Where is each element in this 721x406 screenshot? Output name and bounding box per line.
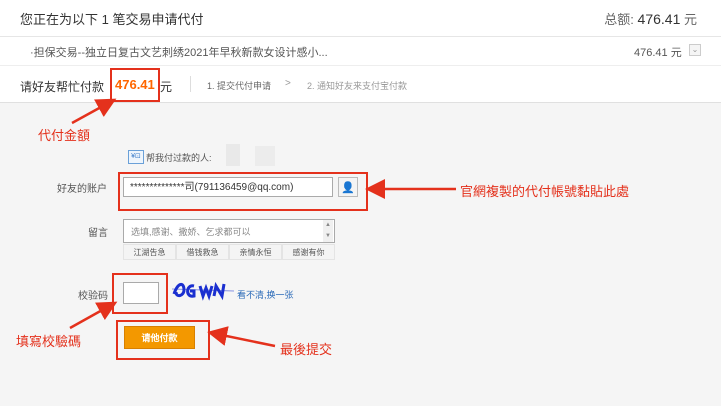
phrase-1[interactable]: 江湖告急 — [123, 244, 176, 260]
phrase-3[interactable]: 亲情永恒 — [229, 244, 282, 260]
message-textarea[interactable]: 选填,感谢、撒娇、乞求都可以 — [123, 219, 335, 243]
friend-account-input[interactable]: **************司(791136459@qq.com) — [123, 177, 333, 197]
annotation-submit: 最後提交 — [280, 342, 333, 357]
pay-request-label: 请好友帮忙付款 — [20, 80, 105, 94]
total-unit: 元 — [683, 12, 697, 27]
payer-avatar-blurred-2[interactable] — [255, 146, 275, 166]
page-title: 您正在为以下 1 笔交易申请代付 — [20, 12, 204, 27]
transaction-amount-unit: 元 — [670, 47, 682, 59]
step-bar: 请好友帮忙付款 元 1. 提交代付申请 > 2. 通知好友来支付宝付款 — [0, 66, 721, 103]
friend-account-label: 好友的账户 — [57, 184, 107, 195]
total-amount: 总额: 476.41 元 — [604, 9, 697, 28]
payer-avatar-blurred[interactable] — [226, 144, 240, 166]
total-value: 476.41 — [637, 11, 681, 27]
transaction-description: ·担保交易--独立日复古文艺刺绣2021年早秋新款女设计感小... — [30, 47, 328, 59]
step-divider — [190, 76, 191, 92]
annotation-amount: 代付金額 — [38, 128, 91, 143]
transaction-amount: 476.41 元 — [634, 44, 682, 60]
pay-request-amount: 476.41 — [115, 77, 155, 92]
arrow-amount — [71, 98, 117, 125]
header-bar: 您正在为以下 1 笔交易申请代付 总额: 476.41 元 — [0, 0, 721, 37]
step-2: 2. 通知好友来支付宝付款 — [307, 81, 408, 91]
verification-code-input[interactable] — [123, 282, 159, 304]
step-1: 1. 提交代付申请 — [207, 81, 272, 91]
phrase-2[interactable]: 借钱救急 — [176, 244, 229, 260]
annotation-code: 填寫校驗碼 — [16, 334, 82, 349]
verification-code-label: 校验码 — [78, 291, 108, 302]
arrow-code — [69, 301, 118, 330]
phrase-4[interactable]: 感谢有你 — [282, 244, 335, 260]
message-label: 留言 — [88, 228, 108, 239]
request-payment-button[interactable]: 请他付款 — [124, 326, 195, 349]
arrow-submit — [207, 326, 276, 348]
captcha-image[interactable] — [172, 278, 234, 302]
contact-picker-icon[interactable]: 👤 — [338, 177, 358, 197]
payer-label: 帮我付过款的人: — [146, 153, 212, 163]
transaction-amount-value: 476.41 — [634, 47, 668, 59]
alipay-payer-icon: ¥⊡ — [128, 150, 144, 164]
total-label: 总额: — [604, 12, 634, 27]
message-scrollbar[interactable]: ▲ ▼ — [323, 220, 333, 242]
pay-request-unit: 元 — [160, 80, 173, 94]
annotation-account: 官網複製的代付帳號黏貼此處 — [460, 184, 630, 199]
amount-highlight-box: 476.41 — [110, 68, 160, 102]
quick-phrases: 江湖告急 借钱救急 亲情永恒 感谢有你 — [123, 244, 335, 260]
step-arrow-icon: > — [285, 78, 291, 89]
expand-details-icon[interactable]: ⌄ — [689, 44, 701, 56]
transaction-row: ·担保交易--独立日复古文艺刺绣2021年早秋新款女设计感小... 476.41… — [0, 37, 721, 66]
refresh-captcha-link[interactable]: 看不清,换一张 — [237, 288, 294, 301]
